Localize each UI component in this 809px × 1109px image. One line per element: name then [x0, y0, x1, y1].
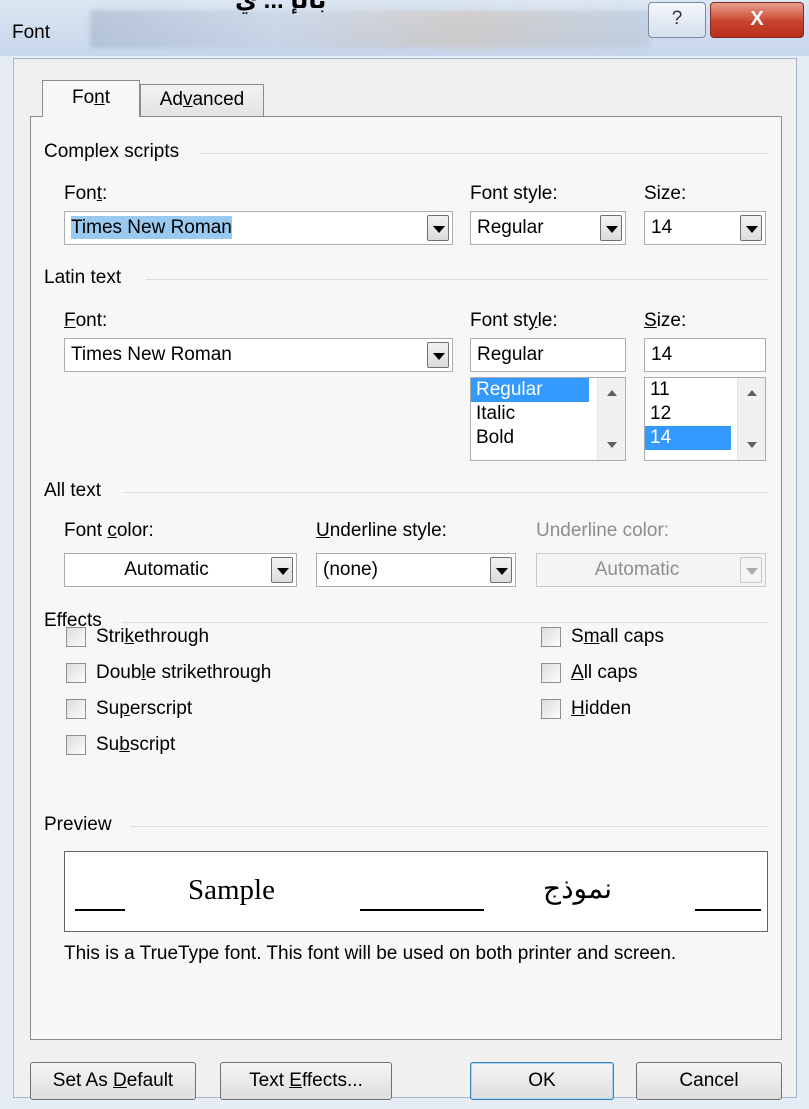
- underline-color-value: Automatic: [594, 559, 680, 580]
- hidden-checkbox[interactable]: [541, 699, 561, 719]
- group-complex-scripts: Complex scripts: [44, 141, 188, 163]
- divider: [200, 153, 768, 154]
- latin-font-combo[interactable]: Times New Roman: [64, 338, 453, 372]
- small-caps-label[interactable]: Small caps: [571, 626, 664, 648]
- chevron-down-icon[interactable]: [740, 215, 762, 241]
- latin-size-input[interactable]: 14: [644, 338, 766, 372]
- group-preview: Preview: [44, 814, 120, 836]
- underline-style-combo[interactable]: (none): [316, 553, 516, 587]
- preview-box: Sample نموذج: [64, 851, 768, 932]
- tab-font[interactable]: Font: [42, 80, 140, 117]
- small-caps-checkbox[interactable]: [541, 627, 561, 647]
- latin-style-value: Regular: [477, 344, 544, 365]
- complex-style-combo[interactable]: Regular: [470, 211, 626, 245]
- divider: [122, 622, 768, 623]
- latin-size-value: 14: [651, 344, 673, 365]
- font-dialog: بالإ ... ي Font ? X Font Advanced Comple…: [0, 0, 809, 1109]
- question-mark-icon: ?: [671, 8, 683, 29]
- complex-style-value: Regular: [477, 217, 544, 238]
- chevron-down-icon[interactable]: [600, 215, 622, 241]
- strikethrough-checkbox[interactable]: [66, 627, 86, 647]
- preview-sample-text: Sample: [188, 874, 275, 906]
- complex-font-value: Times New Roman: [71, 216, 232, 239]
- underline-style-value: (none): [323, 559, 378, 580]
- scroll-down-icon[interactable]: [747, 442, 757, 448]
- all-caps-label[interactable]: All caps: [571, 662, 638, 684]
- chevron-down-icon: [740, 557, 762, 583]
- font-color-label: Font color:: [64, 520, 154, 541]
- latin-size-list[interactable]: 11 12 14: [644, 377, 766, 461]
- title-bar: بالإ ... ي Font ? X: [0, 0, 809, 56]
- latin-style-label: Font style:: [470, 310, 558, 331]
- latin-size-label: Size:: [644, 310, 687, 331]
- preview-line: [360, 909, 484, 911]
- list-item[interactable]: Regular: [471, 378, 589, 402]
- hidden-label[interactable]: Hidden: [571, 698, 631, 720]
- dialog-title: Font: [12, 22, 51, 43]
- close-button[interactable]: X: [710, 2, 804, 38]
- blurred-background: [90, 10, 650, 48]
- strikethrough-label[interactable]: Strikethrough: [96, 626, 209, 648]
- cancel-button[interactable]: Cancel: [636, 1062, 782, 1100]
- latin-style-input[interactable]: Regular: [470, 338, 626, 372]
- preview-line: [695, 909, 761, 911]
- divider: [146, 279, 768, 280]
- subscript-checkbox[interactable]: [66, 735, 86, 755]
- set-as-default-button[interactable]: Set As Default: [30, 1062, 196, 1100]
- double-strikethrough-checkbox[interactable]: [66, 663, 86, 683]
- font-color-value: Automatic: [124, 559, 209, 580]
- complex-font-combo[interactable]: Times New Roman: [64, 211, 453, 245]
- text-effects-button[interactable]: Text Effects...: [220, 1062, 392, 1100]
- group-latin-text: Latin text: [44, 267, 130, 289]
- all-caps-checkbox[interactable]: [541, 663, 561, 683]
- superscript-label[interactable]: Superscript: [96, 698, 192, 720]
- font-color-combo[interactable]: Automatic: [64, 553, 297, 587]
- complex-style-label: Font style:: [470, 183, 558, 204]
- scroll-down-icon[interactable]: [607, 442, 617, 448]
- latin-style-list[interactable]: Regular Italic Bold: [470, 377, 626, 461]
- tab-advanced[interactable]: Advanced: [140, 84, 264, 116]
- scrollbar[interactable]: [737, 378, 765, 460]
- underline-style-label: Underline style:: [316, 520, 447, 541]
- complex-size-value: 14: [651, 217, 673, 238]
- ok-button[interactable]: OK: [470, 1062, 614, 1100]
- scrollbar[interactable]: [597, 378, 625, 460]
- complex-font-label: Font:: [64, 183, 108, 204]
- scroll-up-icon[interactable]: [607, 390, 617, 396]
- font-info-note: This is a TrueType font. This font will …: [64, 943, 677, 964]
- cropped-arabic-text: بالإ ... ي: [235, 0, 327, 14]
- chevron-down-icon[interactable]: [427, 215, 449, 241]
- complex-size-combo[interactable]: 14: [644, 211, 766, 245]
- preview-line: [75, 909, 125, 911]
- list-item[interactable]: 14: [645, 426, 731, 450]
- chevron-down-icon[interactable]: [490, 557, 512, 583]
- help-button[interactable]: ?: [648, 2, 706, 38]
- preview-arabic-text: نموذج: [543, 872, 612, 905]
- close-icon: X: [750, 8, 764, 30]
- group-all-text: All text: [44, 480, 110, 502]
- superscript-checkbox[interactable]: [66, 699, 86, 719]
- double-strikethrough-label[interactable]: Double strikethrough: [96, 662, 271, 684]
- underline-color-label: Underline color:: [536, 520, 670, 541]
- latin-font-label: Font:: [64, 310, 108, 331]
- latin-font-value: Times New Roman: [71, 344, 232, 365]
- chevron-down-icon[interactable]: [271, 557, 293, 583]
- underline-color-combo: Automatic: [536, 553, 766, 587]
- divider: [130, 826, 768, 827]
- divider: [124, 492, 768, 493]
- scroll-up-icon[interactable]: [747, 390, 757, 396]
- complex-size-label: Size:: [644, 183, 687, 204]
- chevron-down-icon[interactable]: [427, 342, 449, 368]
- subscript-label[interactable]: Subscript: [96, 734, 175, 756]
